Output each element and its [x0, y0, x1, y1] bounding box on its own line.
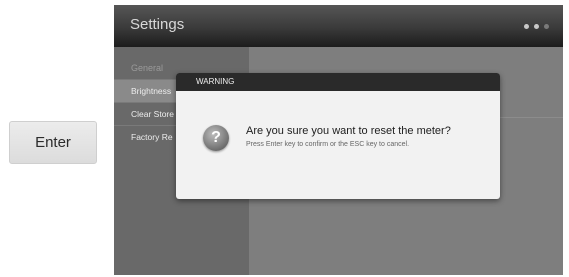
- settings-screen: Settings General Brightness Clear Store …: [114, 5, 563, 275]
- page-title: Settings: [130, 16, 185, 33]
- question-icon: ?: [203, 125, 229, 151]
- dialog-hint: Press Enter key to confirm or the ESC ke…: [246, 141, 410, 148]
- dialog-message: Are you sure you want to reset the meter…: [246, 125, 451, 137]
- dialog-body: ? Are you sure you want to reset the met…: [176, 91, 500, 199]
- page-dot: [544, 24, 549, 29]
- page-dot: [534, 24, 539, 29]
- enter-button[interactable]: Enter: [9, 121, 97, 164]
- title-bar: Settings: [114, 5, 563, 47]
- page-dot: [524, 24, 529, 29]
- menu-group-label: General: [131, 63, 164, 73]
- warning-dialog: WARNING ? Are you sure you want to reset…: [176, 73, 500, 199]
- dialog-header: WARNING: [176, 73, 500, 91]
- page-indicator: [524, 24, 549, 29]
